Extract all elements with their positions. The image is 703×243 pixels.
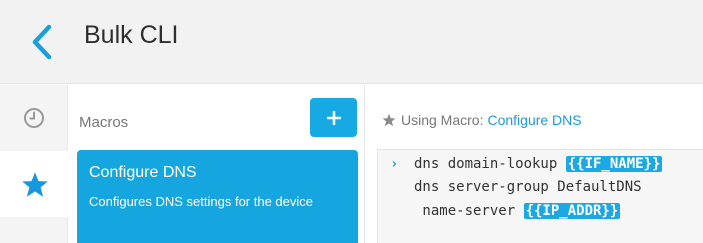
variable-token[interactable]: {{IP_ADDR}} <box>523 203 621 219</box>
macros-panel: Macros Configure DNS Configures DNS sett… <box>69 85 365 243</box>
star-icon <box>21 171 48 197</box>
editor-pane: Using Macro: Configure DNS › dns domain-… <box>366 85 703 243</box>
page-title: Bulk CLI <box>84 21 179 49</box>
rail-item-history[interactable] <box>0 85 68 151</box>
code-line: dns domain-lookup {{IF_NAME}} <box>414 154 663 174</box>
app-header: Bulk CLI <box>0 0 703 84</box>
plus-icon <box>326 110 341 125</box>
rail-item-favorites[interactable] <box>0 151 69 217</box>
chevron-left-icon <box>32 24 52 60</box>
using-macro-label: Using Macro: <box>401 112 484 128</box>
add-macro-button[interactable] <box>310 98 357 137</box>
variable-token[interactable]: {{IF_NAME}} <box>565 156 663 172</box>
star-icon <box>382 113 396 127</box>
code-line: name-server {{IP_ADDR}} <box>414 201 621 221</box>
code-text: name-server <box>414 203 524 219</box>
using-macro-line: Using Macro: Configure DNS <box>382 111 582 129</box>
clock-icon <box>24 108 44 128</box>
back-button[interactable] <box>24 20 60 64</box>
macros-heading: Macros <box>79 114 129 131</box>
chevron-right-icon: › <box>390 156 399 172</box>
code-line: dns server-group DefaultDNS <box>414 177 642 197</box>
macro-description: Configures DNS settings for the device <box>89 194 313 209</box>
code-text: dns server-group DefaultDNS <box>414 179 642 195</box>
side-rail <box>0 85 69 243</box>
code-text: dns domain-lookup <box>414 156 566 172</box>
using-macro-link[interactable]: Configure DNS <box>487 111 581 129</box>
macro-name: Configure DNS <box>89 164 197 181</box>
macro-item-configure-dns[interactable]: Configure DNS Configures DNS settings fo… <box>77 150 358 243</box>
cli-editor[interactable]: › dns domain-lookup {{IF_NAME}} dns serv… <box>377 149 703 243</box>
